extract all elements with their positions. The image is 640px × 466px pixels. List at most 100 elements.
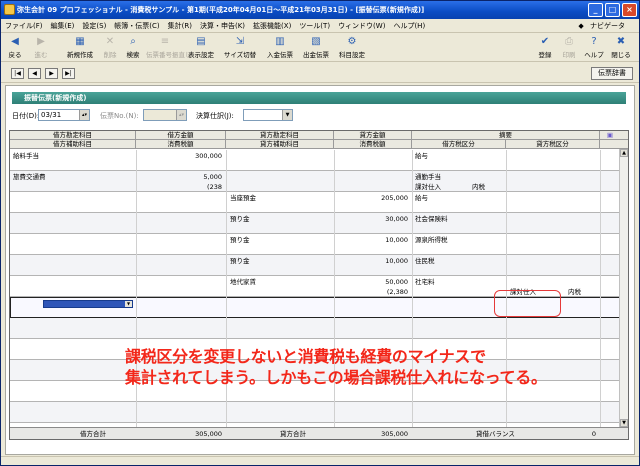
resize-icon: ⇲ bbox=[235, 36, 245, 47]
help-button[interactable]: ? ヘルプ bbox=[583, 36, 605, 59]
grid-divider bbox=[334, 150, 335, 439]
col-cr-amount: 貸方金額 bbox=[334, 131, 412, 140]
next-record-button[interactable]: ▶ bbox=[45, 68, 58, 79]
title-bar: 弥生会計 09 プロフェッショナル - 消費税サンプル - 第1期(平成20年0… bbox=[1, 1, 639, 19]
chevron-down-icon: ▼ bbox=[282, 110, 292, 120]
menu-tools[interactable]: ツール(T) bbox=[295, 19, 334, 33]
register-icon: ✔ bbox=[540, 36, 550, 47]
settlement-dropdown[interactable]: ▼ bbox=[243, 109, 293, 121]
annotation-line-1: 課税区分を変更しないと消費税も経費のマイナスで bbox=[125, 347, 486, 366]
vertical-scrollbar[interactable]: ▲ ▼ bbox=[619, 149, 628, 427]
menu-file[interactable]: ファイル(F) bbox=[1, 19, 47, 33]
annotation-line-2: 集計されてしまう。しかもこの場合課税仕入れになってる。 bbox=[125, 368, 547, 387]
close-window-button[interactable]: × bbox=[622, 3, 637, 17]
grid-divider bbox=[412, 150, 413, 439]
print-icon: ⎙ bbox=[565, 36, 573, 47]
forward-button: ▶ 進む bbox=[34, 36, 48, 59]
grid-divider bbox=[226, 150, 227, 439]
table-row[interactable]: 預り金 10,000 源泉所得税 bbox=[10, 234, 628, 255]
col-memo: 摘要 bbox=[412, 131, 600, 140]
display-settings-button[interactable]: ▤ 表示設定 bbox=[185, 36, 217, 59]
renumber-button: ≡ 伝票番号振直し bbox=[146, 36, 192, 59]
print-button: ⎙ 印刷 bbox=[562, 36, 576, 59]
voucher-no-label: 伝票No.(N): bbox=[100, 112, 139, 120]
record-navigation: |◀ ◀ ▶ ▶| 伝票辞書 bbox=[1, 63, 639, 83]
journal-grid: 借方勘定科目 借方金額 貸方勘定科目 貸方金額 摘要 ▣ 借方補助科目 消費税額… bbox=[9, 130, 629, 440]
search-button[interactable]: ⌕ 検索 bbox=[123, 36, 143, 59]
voucher-dictionary-button[interactable]: 伝票辞書 bbox=[591, 67, 633, 80]
register-button[interactable]: ✔ 登録 bbox=[535, 36, 555, 59]
cr-total: 305,000 bbox=[381, 430, 408, 438]
back-button[interactable]: ◀ 戻る bbox=[5, 36, 25, 59]
cr-total-label: 貸方合計 bbox=[280, 430, 306, 438]
col-dr-sub: 借方補助科目 bbox=[10, 140, 136, 149]
voucher-panel: 振替伝票(新規作成) 日付(D): 03/31 ▴▾ 伝票No.(N): ▴▾ 決… bbox=[5, 85, 635, 455]
col-dr-amount: 借方金額 bbox=[136, 131, 226, 140]
menu-extensions[interactable]: 拡張機能(X) bbox=[249, 19, 295, 33]
display-settings-icon: ▤ bbox=[196, 36, 206, 47]
dr-total: 305,000 bbox=[195, 430, 222, 438]
col-dr-tax: 消費税額 bbox=[136, 140, 226, 149]
settlement-label: 決算仕訳(J): bbox=[196, 112, 234, 120]
forward-arrow-icon: ▶ bbox=[37, 36, 45, 47]
renumber-icon: ≡ bbox=[160, 36, 170, 47]
app-window: 弥生会計 09 プロフェッショナル - 消費税サンプル - 第1期(平成20年0… bbox=[0, 0, 640, 466]
menu-help[interactable]: ヘルプ(H) bbox=[389, 19, 429, 33]
voucher-no-field: ▴▾ bbox=[143, 109, 187, 121]
window-title: 弥生会計 09 プロフェッショナル - 消費税サンプル - 第1期(平成20年0… bbox=[17, 6, 425, 14]
date-field[interactable]: 03/31 ▴▾ bbox=[38, 109, 90, 121]
scroll-down-icon[interactable]: ▼ bbox=[620, 419, 628, 427]
col-cr-account: 貸方勘定科目 bbox=[226, 131, 334, 140]
delete-button: ✕ 削除 bbox=[103, 36, 117, 59]
menu-books[interactable]: 帳簿・伝票(C) bbox=[110, 19, 163, 33]
voucher-header: 日付(D): 03/31 ▴▾ 伝票No.(N): ▴▾ 決算仕訳(J): ▼ bbox=[10, 108, 630, 124]
table-row[interactable]: 預り金 10,000 住民税 bbox=[10, 255, 628, 276]
prev-record-button[interactable]: ◀ bbox=[28, 68, 41, 79]
dr-total-label: 借方合計 bbox=[80, 430, 106, 438]
menu-window[interactable]: ウィンドウ(W) bbox=[334, 19, 389, 33]
receipt-voucher-button[interactable]: ▥ 入金伝票 bbox=[263, 36, 297, 59]
new-button[interactable]: ▦ 新規作成 bbox=[63, 36, 97, 59]
balance-value: 0 bbox=[591, 430, 596, 438]
receipt-voucher-icon: ▥ bbox=[275, 36, 285, 47]
grid-settings-cell[interactable]: ▣ bbox=[600, 131, 620, 140]
chevron-down-icon: ▼ bbox=[125, 301, 132, 307]
balance-label: 貸借バランス bbox=[476, 430, 515, 438]
date-label: 日付(D): bbox=[12, 112, 40, 120]
table-row[interactable]: 旅費交通費 5,000 (238 通勤手当 課対仕入 内税 bbox=[10, 171, 628, 192]
maximize-button[interactable]: □ bbox=[605, 3, 620, 17]
navigator-button[interactable]: ◆ ナビゲータ bbox=[574, 19, 633, 33]
scroll-up-icon[interactable]: ▲ bbox=[620, 149, 628, 157]
last-record-button[interactable]: ▶| bbox=[62, 68, 75, 79]
payment-voucher-button[interactable]: ▧ 出金伝票 bbox=[299, 36, 333, 59]
account-settings-icon: ⚙ bbox=[347, 36, 357, 47]
table-row[interactable]: 給料手当 300,000 給与 bbox=[10, 150, 628, 171]
grid-header-top: 借方勘定科目 借方金額 貸方勘定科目 貸方金額 摘要 ▣ bbox=[10, 131, 628, 140]
menu-edit[interactable]: 編集(E) bbox=[47, 19, 79, 33]
minimize-button[interactable]: _ bbox=[588, 3, 603, 17]
totals-footer: 借方合計 305,000 貸方合計 305,000 貸借バランス 0 bbox=[10, 427, 628, 439]
annotation-text: 課税区分を変更しないと消費税も経費のマイナスで 集計されてしまう。しかもこの場合… bbox=[125, 346, 547, 388]
close-button[interactable]: ✖ 閉じる bbox=[609, 36, 633, 59]
menu-summary[interactable]: 集計(R) bbox=[164, 19, 196, 33]
account-dropdown[interactable]: ▼ bbox=[43, 300, 133, 308]
spin-icon: ▴▾ bbox=[79, 110, 89, 120]
delete-icon: ✕ bbox=[105, 36, 115, 47]
toolbar: ◀ 戻る ▶ 進む ▦ 新規作成 ✕ 削除 ⌕ 検索 ≡ 伝票番号振直し ▤ 表示設定 ⇲ サイ… bbox=[1, 34, 639, 62]
menu-settings[interactable]: 設定(S) bbox=[78, 19, 110, 33]
window-controls: _ □ × bbox=[588, 3, 637, 17]
navigator-label: ナビゲータ bbox=[590, 22, 625, 30]
table-row[interactable] bbox=[10, 402, 628, 423]
resize-button[interactable]: ⇲ サイズ切替 bbox=[220, 36, 260, 59]
status-bar bbox=[1, 456, 639, 465]
account-settings-button[interactable]: ⚙ 科目設定 bbox=[335, 36, 369, 59]
menu-closing[interactable]: 決算・申告(K) bbox=[196, 19, 249, 33]
highlight-circle bbox=[494, 290, 561, 317]
table-row[interactable]: 預り金 30,000 社会保険料 bbox=[10, 213, 628, 234]
col-dr-account: 借方勘定科目 bbox=[10, 131, 136, 140]
first-record-button[interactable]: |◀ bbox=[11, 68, 24, 79]
app-icon bbox=[4, 4, 15, 15]
section-title: 振替伝票(新規作成) bbox=[12, 92, 626, 104]
table-row[interactable]: 当座預金 205,000 給与 bbox=[10, 192, 628, 213]
table-row[interactable] bbox=[10, 318, 628, 339]
